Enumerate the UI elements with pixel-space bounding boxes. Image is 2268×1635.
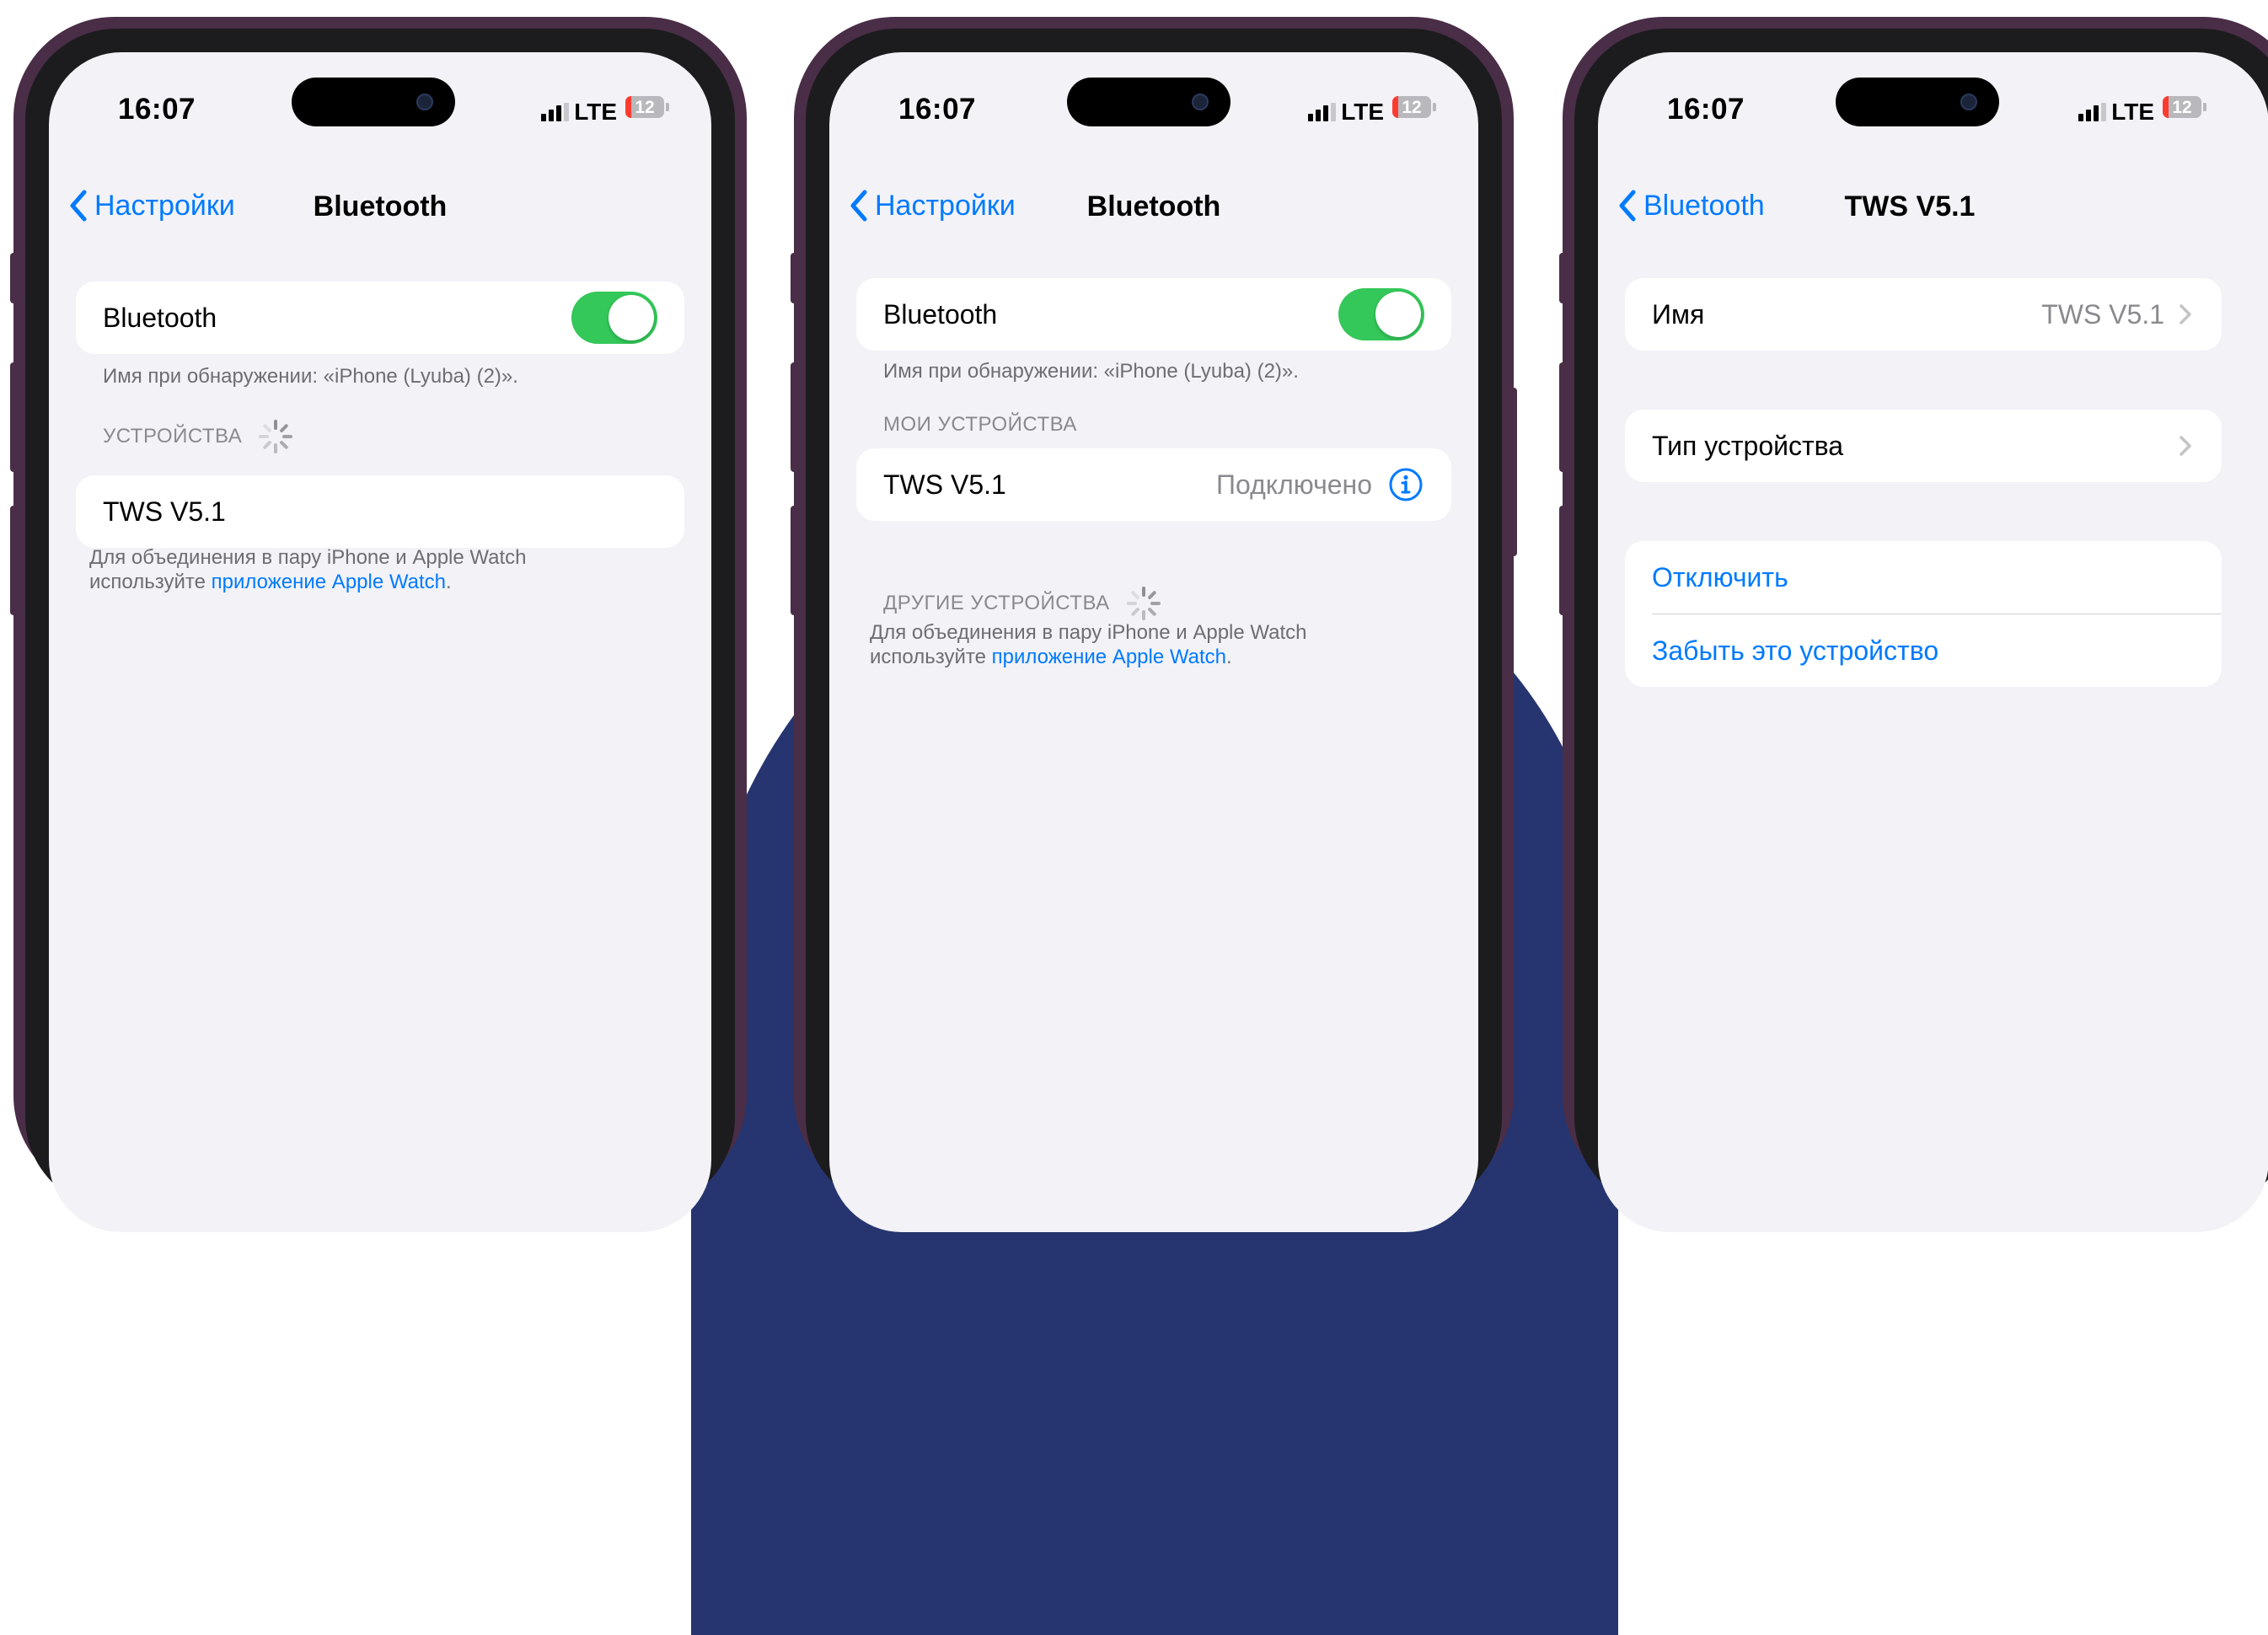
side-button	[10, 253, 19, 303]
side-button	[791, 253, 799, 303]
side-button	[10, 362, 19, 472]
signal-bars-icon	[1308, 103, 1337, 121]
chevron-right-icon	[2180, 304, 2191, 324]
page-title: Bluetooth	[1086, 190, 1221, 222]
name-group: Имя TWS V5.1	[1625, 278, 2222, 351]
status-bar: 16:07 LTE 12	[1598, 52, 2268, 153]
status-time: 16:07	[898, 93, 977, 126]
info-icon[interactable]	[1387, 466, 1424, 503]
apple-watch-app-link[interactable]: приложение Apple Watch	[992, 646, 1226, 668]
side-button	[1559, 506, 1568, 615]
status-time: 16:07	[1667, 93, 1745, 126]
screen: 16:07 LTE 12 Настройки Bluetooth Bluetoo…	[49, 52, 711, 1232]
camera-icon	[1192, 94, 1209, 110]
battery-percent: 12	[1402, 98, 1422, 117]
bluetooth-row: Bluetooth	[76, 281, 684, 354]
bluetooth-label: Bluetooth	[103, 302, 217, 333]
device-row[interactable]: TWS V5.1 Подключено	[856, 448, 1451, 521]
network-type: LTE	[574, 99, 617, 125]
device-name: TWS V5.1	[883, 469, 1006, 500]
camera-icon	[1960, 94, 1977, 110]
side-button	[10, 506, 19, 615]
devices-group: TWS V5.1	[76, 475, 684, 548]
my-devices-header: МОИ УСТРОЙСТВА	[883, 413, 1077, 436]
other-devices-header: ДРУГИЕ УСТРОЙСТВА	[883, 585, 1162, 622]
device-type-row[interactable]: Тип устройства	[1625, 410, 2222, 482]
side-button	[1509, 388, 1517, 556]
device-status: Подключено	[1215, 469, 1372, 500]
dynamic-island	[1067, 78, 1231, 126]
loading-spinner-icon	[1126, 587, 1161, 620]
disconnect-button[interactable]: Отключить	[1625, 541, 2222, 614]
side-button	[1559, 253, 1568, 303]
apple-watch-app-link[interactable]: приложение Apple Watch	[212, 571, 446, 593]
device-type-label: Тип устройства	[1652, 430, 1844, 461]
side-button	[1559, 362, 1568, 472]
name-label: Имя	[1652, 298, 1705, 330]
discovery-note: Имя при обнаружении: «iPhone (Lyuba) (2)…	[103, 365, 518, 388]
page-title: TWS V5.1	[1844, 190, 1976, 222]
device-type-group: Тип устройства	[1625, 410, 2222, 482]
screen: 16:07 LTE 12 Настройки Bluetooth Bluetoo…	[829, 52, 1478, 1232]
battery-icon: 12	[1392, 96, 1431, 118]
navigation-bar: Настройки Bluetooth	[49, 179, 711, 229]
dynamic-island	[1836, 78, 1999, 126]
my-devices-group: TWS V5.1 Подключено	[856, 448, 1451, 521]
forget-device-button[interactable]: Забыть это устройство	[1652, 614, 2222, 687]
apple-watch-note: Для объединения в пару iPhone и Apple Wa…	[870, 621, 1307, 668]
name-row[interactable]: Имя TWS V5.1	[1625, 278, 2222, 351]
device-row[interactable]: TWS V5.1	[76, 475, 684, 548]
bluetooth-group: Bluetooth	[856, 278, 1451, 351]
bluetooth-label: Bluetooth	[883, 298, 998, 330]
network-type: LTE	[2111, 99, 2154, 125]
battery-percent: 12	[2172, 98, 2192, 117]
bluetooth-row: Bluetooth	[856, 278, 1451, 351]
side-button	[791, 362, 799, 472]
battery-percent: 12	[635, 98, 655, 117]
name-value: TWS V5.1	[2041, 298, 2164, 330]
network-type: LTE	[1341, 99, 1384, 125]
status-bar: 16:07 LTE 12	[49, 52, 711, 153]
battery-icon: 12	[625, 96, 664, 118]
dynamic-island	[292, 78, 455, 126]
screen: 16:07 LTE 12 Bluetooth TWS V5.1 Имя TWS …	[1598, 52, 2268, 1232]
status-time: 16:07	[118, 93, 196, 126]
status-bar: 16:07 LTE 12	[829, 52, 1478, 153]
discovery-note: Имя при обнаружении: «iPhone (Lyuba) (2)…	[883, 360, 1299, 383]
battery-icon: 12	[2163, 96, 2201, 118]
apple-watch-note: Для объединения в пару iPhone и Apple Wa…	[89, 546, 527, 593]
navigation-bar: Настройки Bluetooth	[829, 179, 1478, 229]
device-name: TWS V5.1	[103, 496, 226, 527]
side-button	[791, 506, 799, 615]
devices-header: УСТРОЙСТВА	[103, 418, 294, 455]
camera-icon	[416, 94, 433, 110]
page-title: Bluetooth	[313, 190, 448, 222]
loading-spinner-icon	[259, 420, 293, 453]
signal-bars-icon	[541, 103, 570, 121]
bluetooth-toggle[interactable]	[1338, 288, 1424, 340]
signal-bars-icon	[2078, 103, 2107, 121]
navigation-bar: Bluetooth TWS V5.1	[1598, 179, 2268, 229]
bluetooth-toggle[interactable]	[571, 292, 657, 344]
chevron-right-icon	[2180, 436, 2191, 456]
bluetooth-group: Bluetooth	[76, 281, 684, 354]
actions-group: Отключить Забыть это устройство	[1625, 541, 2222, 687]
